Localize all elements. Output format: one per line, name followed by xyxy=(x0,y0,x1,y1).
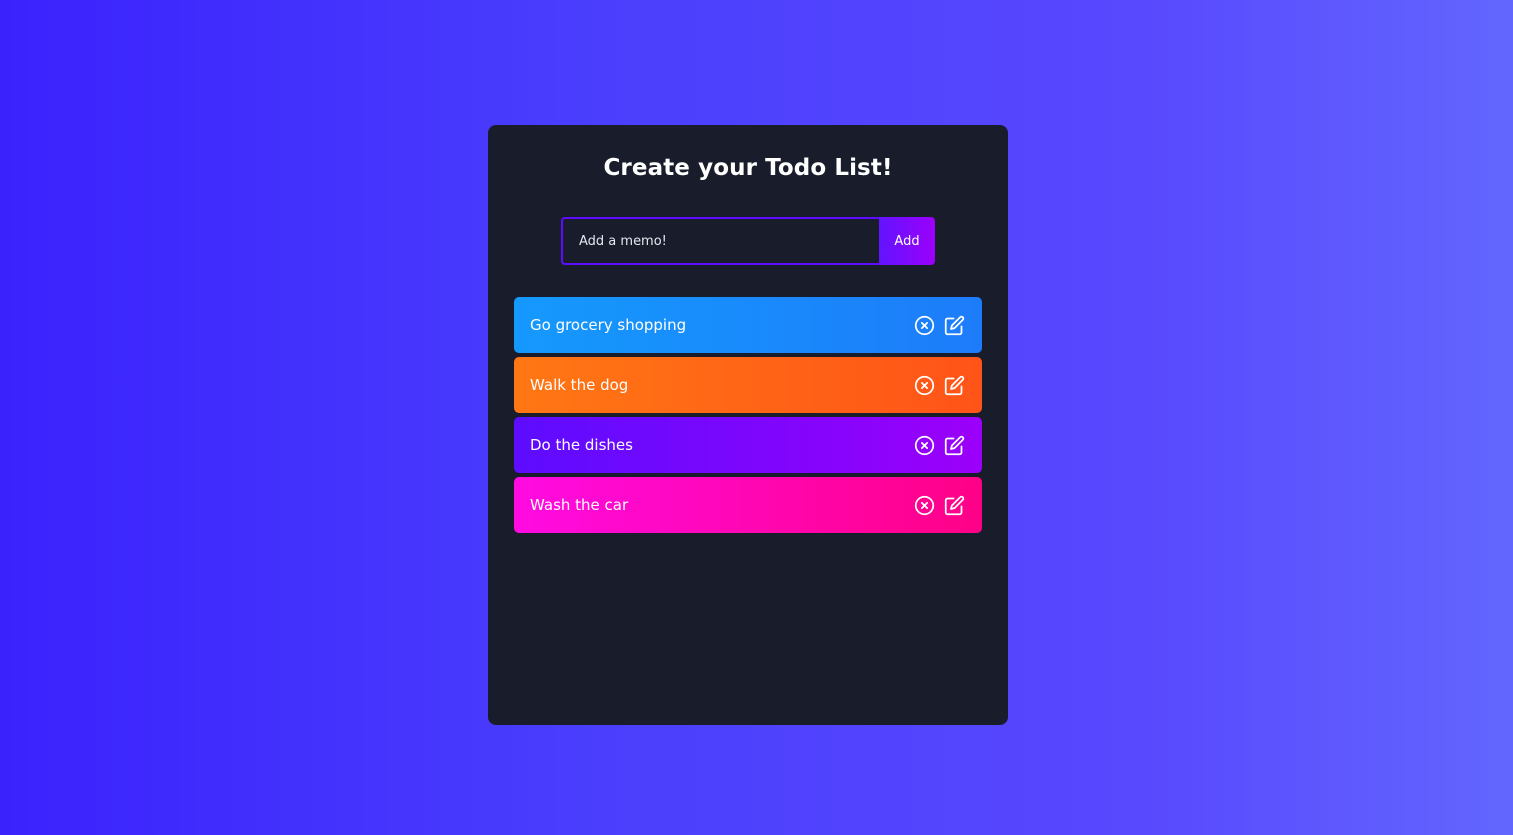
close-circle-icon[interactable] xyxy=(914,315,935,336)
page-title: Create your Todo List! xyxy=(603,155,893,181)
todo-text[interactable]: Go grocery shopping xyxy=(530,316,686,334)
todo-actions xyxy=(914,315,965,336)
todo-app-card: Create your Todo List! Add Go grocery sh… xyxy=(488,125,1008,725)
todo-text[interactable]: Walk the dog xyxy=(530,376,628,394)
edit-icon[interactable] xyxy=(944,435,965,456)
close-circle-icon[interactable] xyxy=(914,375,935,396)
todo-item: Walk the dog xyxy=(514,357,982,413)
edit-icon[interactable] xyxy=(944,375,965,396)
todo-list: Go grocery shopping Walk the dog Do the … xyxy=(514,297,982,537)
todo-text[interactable]: Wash the car xyxy=(530,496,628,514)
close-circle-icon[interactable] xyxy=(914,435,935,456)
todo-item: Do the dishes xyxy=(514,417,982,473)
add-button[interactable]: Add xyxy=(879,217,935,265)
todo-item: Go grocery shopping xyxy=(514,297,982,353)
todo-actions xyxy=(914,495,965,516)
todo-form: Add xyxy=(561,217,935,265)
todo-actions xyxy=(914,435,965,456)
close-circle-icon[interactable] xyxy=(914,495,935,516)
todo-text[interactable]: Do the dishes xyxy=(530,436,633,454)
edit-icon[interactable] xyxy=(944,495,965,516)
todo-actions xyxy=(914,375,965,396)
memo-input[interactable] xyxy=(561,217,879,265)
edit-icon[interactable] xyxy=(944,315,965,336)
todo-item: Wash the car xyxy=(514,477,982,533)
